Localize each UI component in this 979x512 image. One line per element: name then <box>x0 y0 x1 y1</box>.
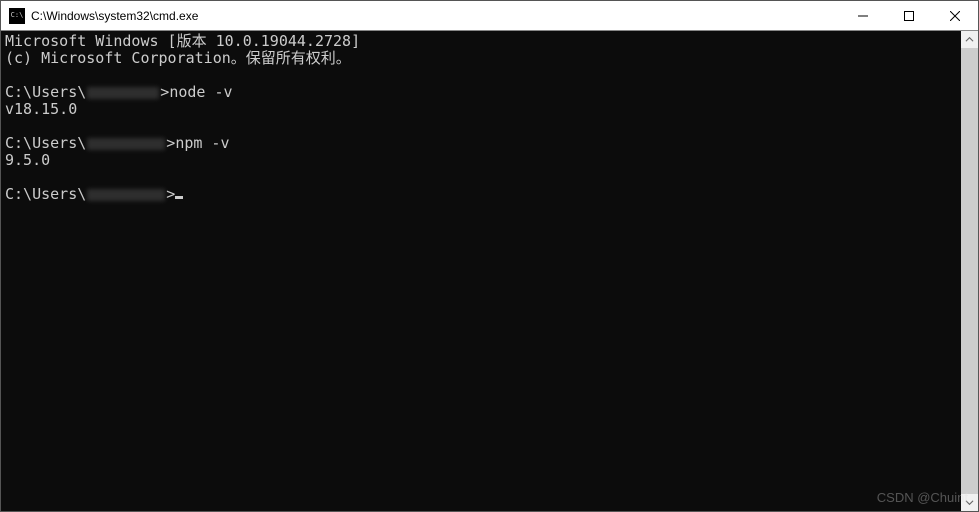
redacted-username <box>87 189 165 201</box>
prompt-prefix: C:\Users\ <box>5 83 86 101</box>
window-title: C:\Windows\system32\cmd.exe <box>31 9 840 23</box>
minimize-button[interactable] <box>840 1 886 30</box>
cursor <box>175 196 183 199</box>
scroll-down-arrow[interactable] <box>961 494 978 511</box>
window-titlebar: C:\Windows\system32\cmd.exe <box>1 1 978 31</box>
scroll-thumb[interactable] <box>961 48 978 494</box>
prompt-suffix: > <box>166 134 175 152</box>
prompt-prefix: C:\Users\ <box>5 185 86 203</box>
redacted-username <box>87 138 165 150</box>
command-text: npm -v <box>175 134 229 152</box>
vertical-scrollbar[interactable] <box>961 31 978 511</box>
window-controls <box>840 1 978 30</box>
terminal-area: Microsoft Windows [版本 10.0.19044.2728](c… <box>1 31 978 511</box>
redacted-username <box>87 87 159 99</box>
scroll-track[interactable] <box>961 48 978 494</box>
output-text: v18.15.0 <box>5 100 77 118</box>
banner-text: Microsoft Windows [版本 10.0.19044.2728] <box>5 32 360 50</box>
terminal-output[interactable]: Microsoft Windows [版本 10.0.19044.2728](c… <box>1 31 961 511</box>
prompt-suffix: > <box>166 185 175 203</box>
command-text: node -v <box>169 83 232 101</box>
copyright-text: (c) Microsoft Corporation。保留所有权利。 <box>5 49 351 67</box>
maximize-button[interactable] <box>886 1 932 30</box>
prompt-suffix: > <box>160 83 169 101</box>
scroll-up-arrow[interactable] <box>961 31 978 48</box>
cmd-icon <box>9 8 25 24</box>
close-button[interactable] <box>932 1 978 30</box>
prompt-prefix: C:\Users\ <box>5 134 86 152</box>
output-text: 9.5.0 <box>5 151 50 169</box>
